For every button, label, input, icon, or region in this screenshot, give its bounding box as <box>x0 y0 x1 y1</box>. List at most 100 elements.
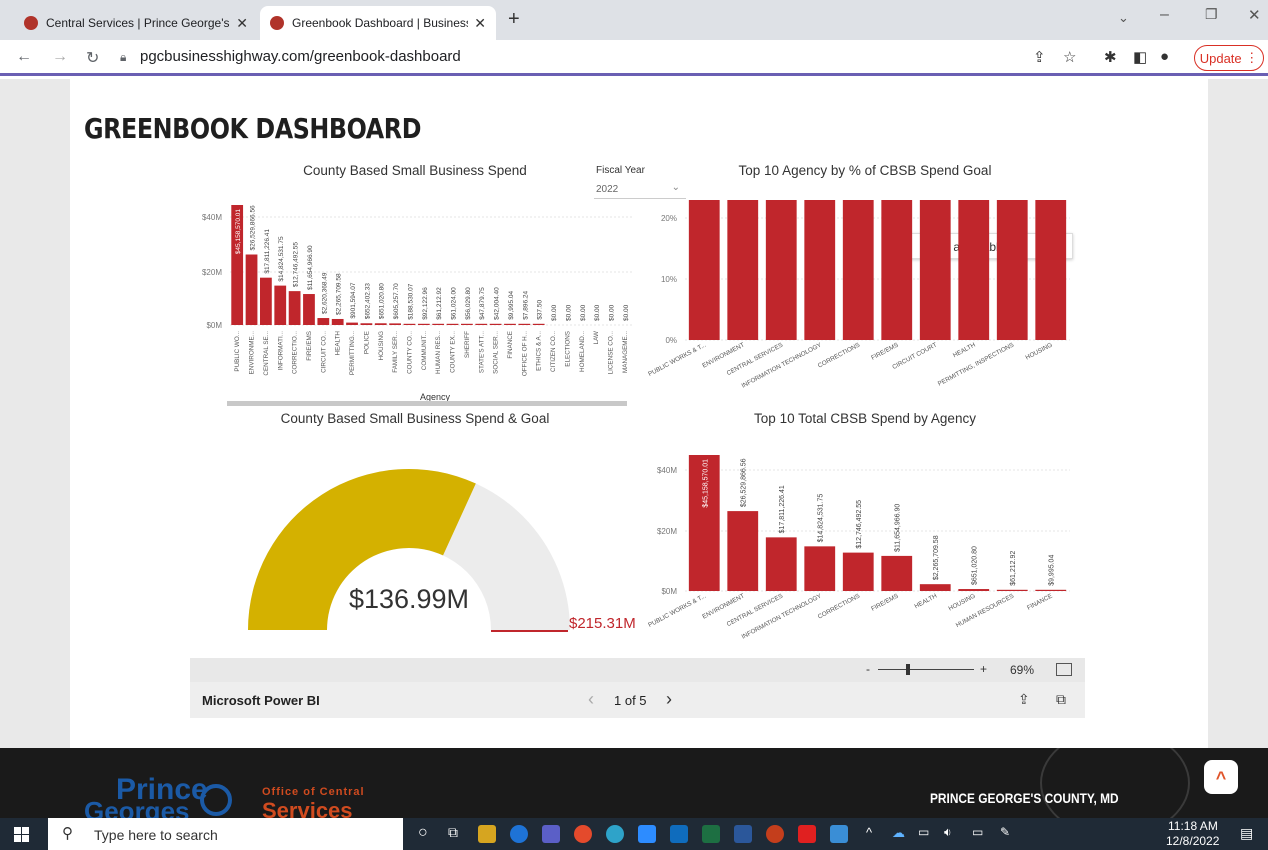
bar <box>303 294 315 325</box>
zoom-slider[interactable] <box>878 669 974 670</box>
data-label: $61,024.00 <box>451 287 458 320</box>
address-bar[interactable]: pgcbusinesshighway.com/greenbook-dashboa… <box>140 48 461 65</box>
new-tab-button[interactable]: + <box>508 8 520 31</box>
taskbar-search-box[interactable]: ⚲ Type here to search <box>48 818 403 850</box>
data-label: $92,122.96 <box>422 287 429 320</box>
category-label: PUBLIC WORKS & T... <box>647 592 707 628</box>
windows-start-icon[interactable] <box>14 827 30 843</box>
bar <box>996 589 1028 591</box>
volume-icon[interactable]: 🔉︎ <box>944 825 952 840</box>
clock-date[interactable]: 12/8/2022 <box>1166 834 1219 848</box>
bar <box>842 200 874 340</box>
close-icon[interactable]: ✕ <box>236 15 248 32</box>
category-label: CIRCUIT CO... <box>320 331 327 373</box>
outlook-icon[interactable] <box>670 825 688 843</box>
notifications-icon[interactable]: ▤ <box>1240 825 1253 842</box>
pen-icon[interactable]: ✎ <box>1000 825 1010 839</box>
prev-page-icon[interactable]: ‹ <box>588 689 594 710</box>
clock-time[interactable]: 11:18 AM <box>1168 819 1218 833</box>
data-label: $2,265,709.58 <box>933 535 940 580</box>
window-close-icon[interactable]: ✕ <box>1248 6 1261 24</box>
category-label: PUBLIC WO... <box>234 331 241 372</box>
horizontal-scrollbar[interactable] <box>227 401 627 406</box>
data-label: $651,020.80 <box>379 283 386 320</box>
next-page-icon[interactable]: › <box>666 689 672 710</box>
display-icon[interactable]: ▭ <box>972 825 983 839</box>
category-label: FIRE/EMS <box>870 342 900 362</box>
file-explorer-icon[interactable] <box>478 825 496 843</box>
data-label: $0.00 <box>594 304 601 321</box>
close-icon[interactable]: ✕ <box>474 15 486 32</box>
fiscal-year-dropdown[interactable]: 2022 ⌄ <box>594 181 686 199</box>
bar <box>727 200 759 340</box>
data-label: $0.00 <box>608 304 615 321</box>
network-icon[interactable]: ▭ <box>918 825 929 839</box>
data-label: $14,824,531.75 <box>278 236 285 282</box>
update-button[interactable]: Update ⋮ <box>1194 45 1264 71</box>
zoom-slider-thumb[interactable] <box>906 664 910 675</box>
share-icon[interactable]: ⇪ <box>1033 48 1046 66</box>
fit-to-page-icon[interactable] <box>1056 663 1072 676</box>
zoom-in-button[interactable]: + <box>980 662 987 676</box>
acrobat-icon[interactable] <box>798 825 816 843</box>
onedrive-icon[interactable]: ☁ <box>892 825 905 841</box>
tab-search-icon[interactable]: ⌄ <box>1118 10 1129 26</box>
zoom-out-button[interactable]: - <box>866 662 870 676</box>
category-label: MANAGEME... <box>622 331 629 373</box>
category-label: HEALTH <box>335 331 342 356</box>
forward-icon[interactable]: → <box>52 48 68 66</box>
photos-icon[interactable] <box>830 825 848 843</box>
browser-app-icon[interactable] <box>606 825 624 843</box>
browser-toolbar: ← → ↻ 🔒︎ pgcbusinesshighway.com/greenboo… <box>0 40 1268 76</box>
category-label: CORRECTIO... <box>292 331 299 374</box>
cortana-icon[interactable]: ○ <box>418 824 428 842</box>
word-icon[interactable] <box>734 825 752 843</box>
task-view-icon[interactable]: ⧉ <box>448 824 458 841</box>
tab-greenbook-dashboard[interactable]: Greenbook Dashboard | Business ✕ <box>260 6 496 40</box>
data-label: $26,529,866.56 <box>741 458 748 507</box>
reload-icon[interactable]: ↻ <box>86 48 99 68</box>
power-bi-brand[interactable]: Microsoft Power BI <box>202 693 320 708</box>
chrome-icon[interactable] <box>574 825 592 843</box>
bar <box>346 322 358 325</box>
page-title: GREENBOOK DASHBOARD <box>84 112 422 145</box>
fiscal-year-value: 2022 <box>596 184 619 195</box>
county-name: PRINCE GEORGE'S COUNTY, MD <box>930 790 1119 806</box>
back-icon[interactable]: ← <box>16 48 32 66</box>
y-tick-label: $0M <box>661 587 677 596</box>
pbi-footer: Microsoft Power BI ‹ 1 of 5 › ⇪ ⧉ <box>190 682 1085 718</box>
tab-central-services[interactable]: Central Services | Prince George's ✕ <box>14 6 258 40</box>
bookmark-star-icon[interactable]: ☆ <box>1063 48 1076 66</box>
scroll-to-top-button[interactable]: ^ <box>1204 760 1238 794</box>
bar <box>317 318 330 325</box>
logo-georges: Georges <box>84 796 190 818</box>
y-tick-label: $20M <box>657 527 677 536</box>
data-label: $652,402.33 <box>364 283 371 320</box>
profile-avatar-icon[interactable]: ● <box>1160 48 1169 65</box>
browser-tabstrip: Central Services | Prince George's ✕ Gre… <box>0 0 1268 40</box>
category-label: ENVIRONME... <box>249 331 256 375</box>
category-label: HUMAN RES... <box>435 331 442 374</box>
category-label: SHERIFF <box>464 331 471 358</box>
bar <box>475 323 488 325</box>
minimize-icon[interactable]: – <box>1160 6 1169 24</box>
share-report-icon[interactable]: ⇪ <box>1018 691 1030 708</box>
edge-icon[interactable] <box>510 825 528 843</box>
restore-icon[interactable]: ❐ <box>1205 6 1218 23</box>
extensions-icon[interactable]: ✱ <box>1104 48 1117 66</box>
category-label: HOMELAND... <box>579 331 586 372</box>
powerpoint-icon[interactable] <box>766 825 784 843</box>
data-label: $11,654,966.90 <box>895 504 902 552</box>
tray-chevron-icon[interactable]: ^ <box>866 825 872 840</box>
zoom-app-icon[interactable] <box>638 825 656 843</box>
data-label: $17,811,226.41 <box>779 485 786 533</box>
lock-icon[interactable]: 🔒︎ <box>120 50 126 65</box>
bar <box>727 511 759 591</box>
teams-icon[interactable] <box>542 825 560 843</box>
tab-title: Greenbook Dashboard | Business <box>292 16 469 30</box>
fullscreen-icon[interactable]: ⧉ <box>1056 691 1066 708</box>
data-label: $0.00 <box>623 304 630 321</box>
excel-icon[interactable] <box>702 825 720 843</box>
taskbar-search-input[interactable]: Type here to search <box>94 827 218 843</box>
sidepanel-icon[interactable]: ◧ <box>1133 48 1147 66</box>
